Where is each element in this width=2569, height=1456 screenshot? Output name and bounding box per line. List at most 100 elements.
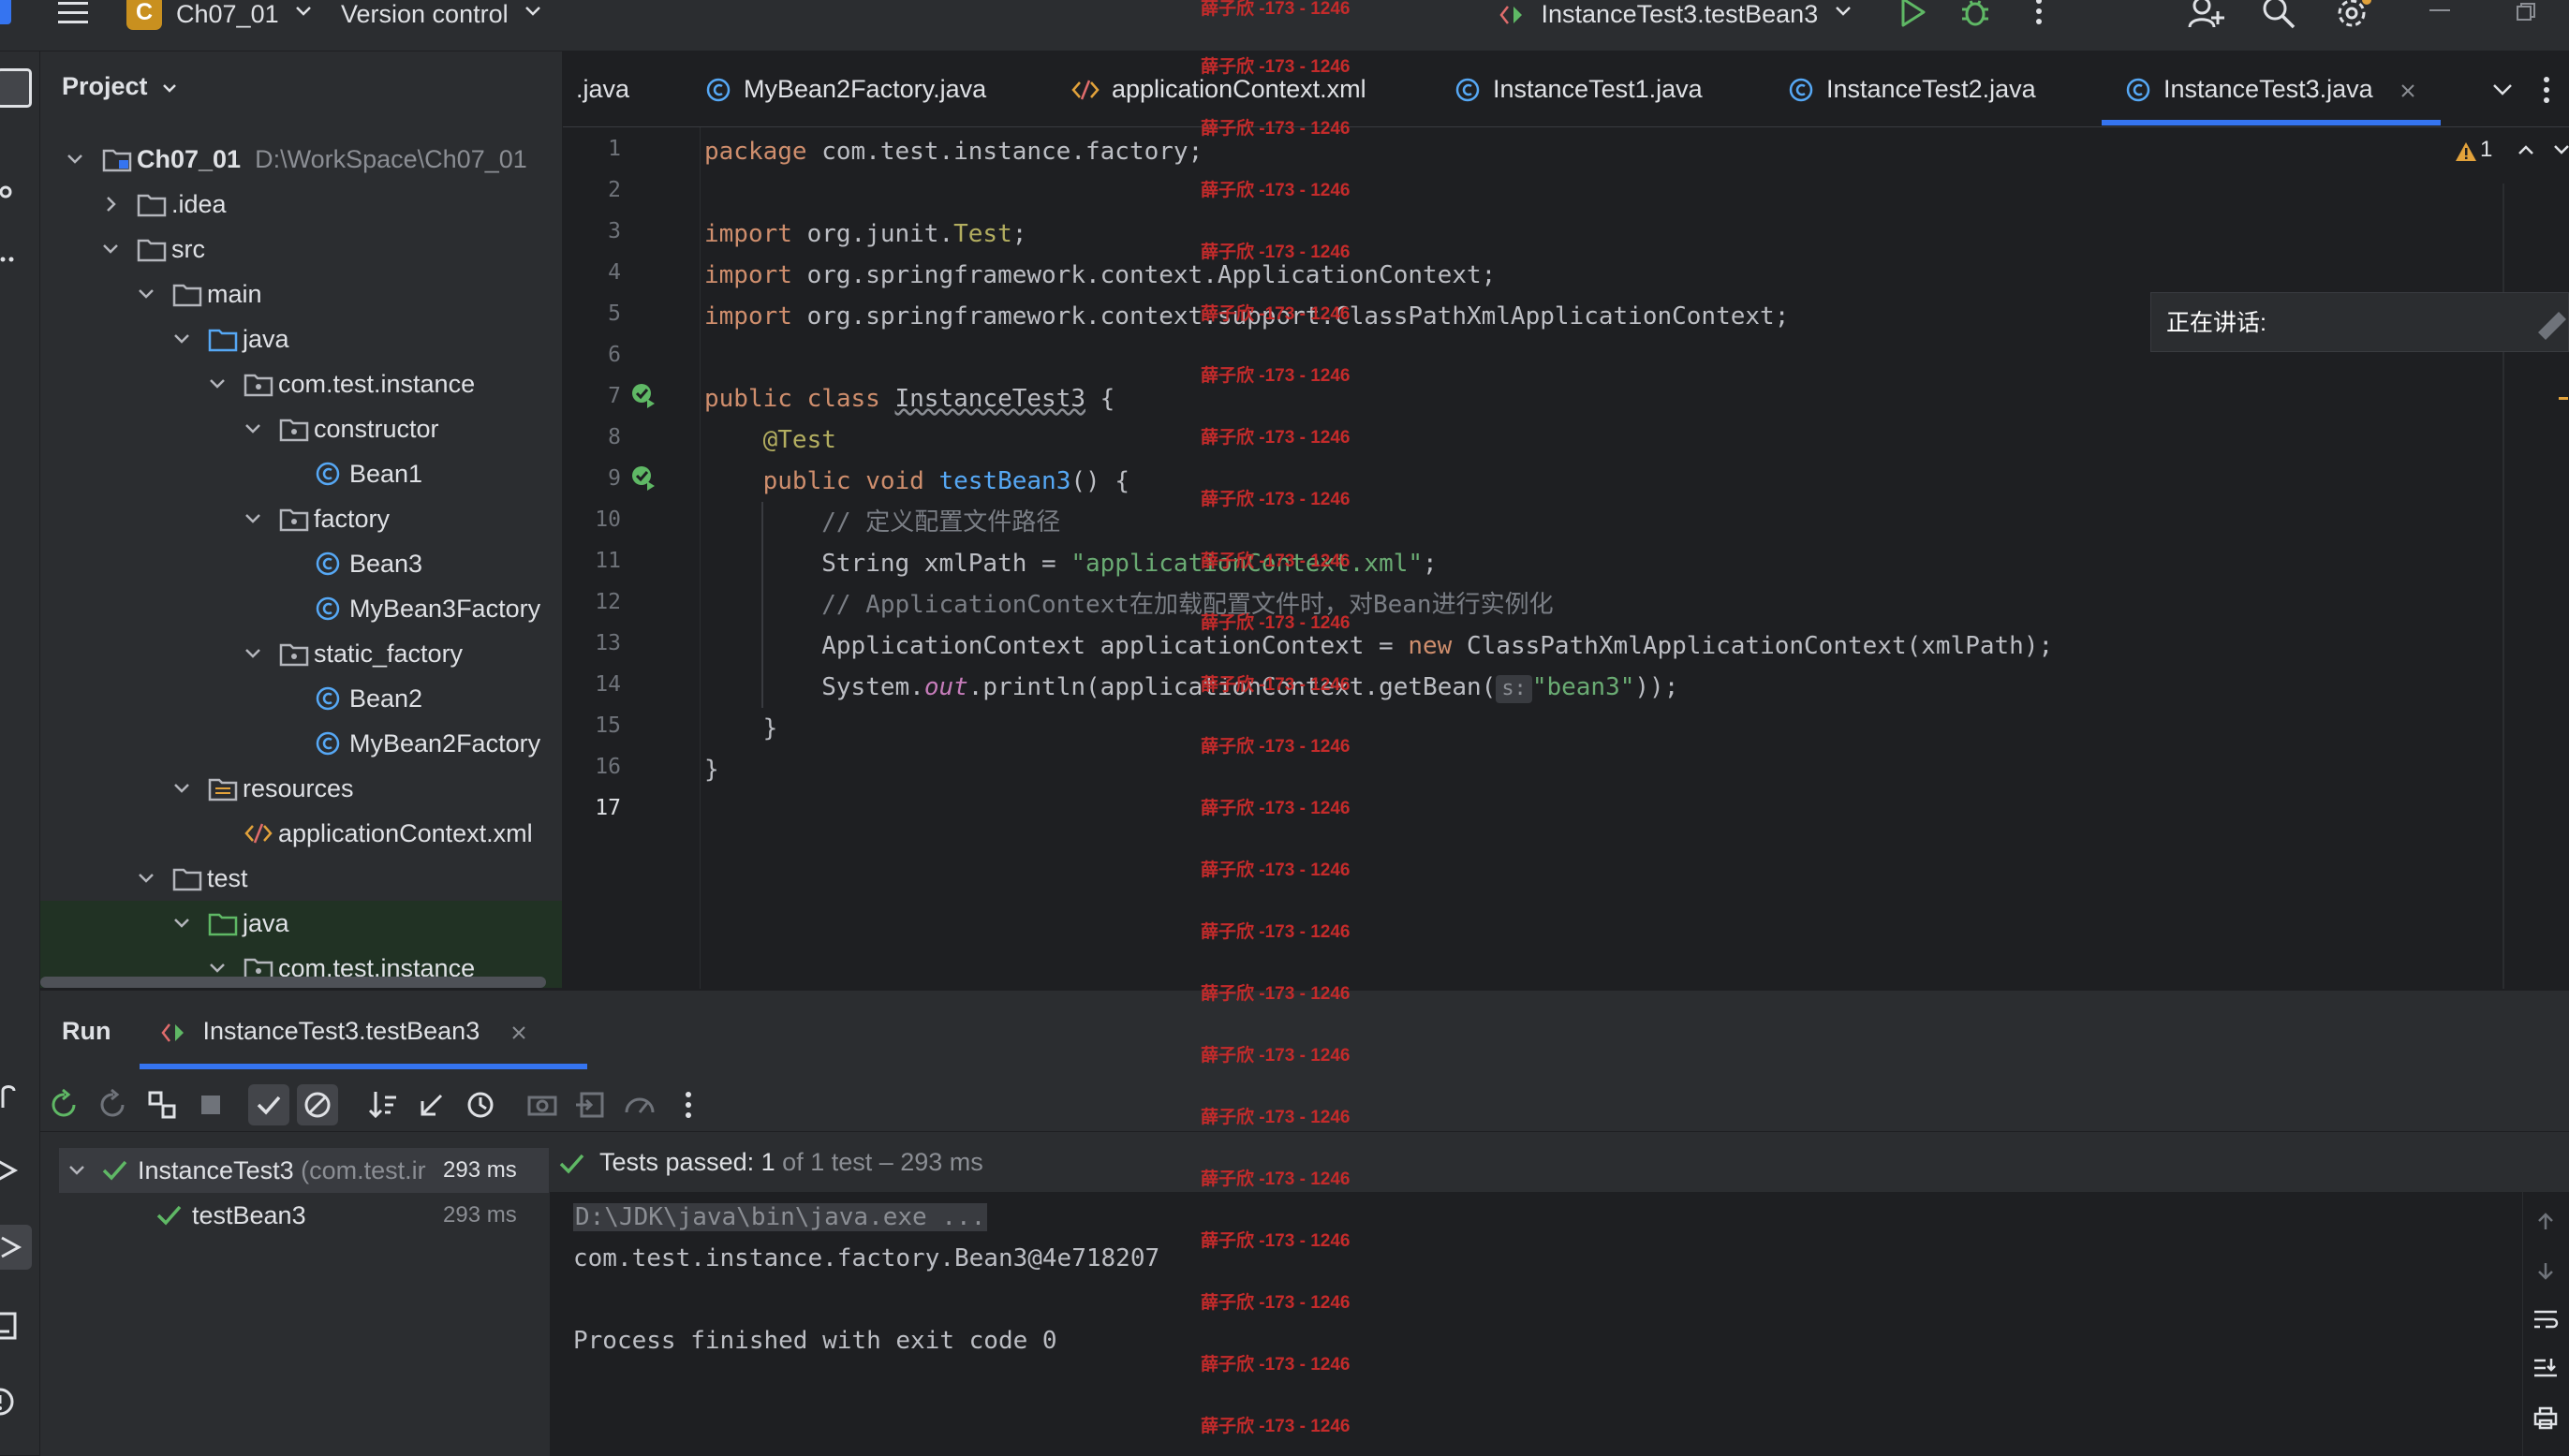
console-line: Process finished with exit code 0 bbox=[573, 1327, 1057, 1355]
test-case-row[interactable]: testBean3 293 ms bbox=[59, 1193, 549, 1238]
warning-count[interactable]: 1 bbox=[2480, 137, 2492, 163]
run-panel-title: Run bbox=[62, 1017, 111, 1045]
sort-alphabetically-icon[interactable] bbox=[362, 1084, 404, 1125]
screenshot-icon[interactable] bbox=[522, 1084, 563, 1125]
more-tools-icon[interactable] bbox=[0, 256, 19, 263]
previous-highlight-icon[interactable] bbox=[2517, 144, 2534, 155]
line-number: 10 bbox=[595, 507, 621, 532]
stop-icon[interactable] bbox=[190, 1084, 231, 1125]
code-editor[interactable]: package com.test.instance.factory; impor… bbox=[701, 127, 2569, 989]
test-results-tree: InstanceTest3 (com.test.ir 293 ms testBe… bbox=[40, 1133, 549, 1456]
tree-item-label: Bean3 bbox=[349, 550, 423, 578]
next-highlight-icon[interactable] bbox=[2553, 144, 2569, 155]
restore-window-icon[interactable] bbox=[2516, 2, 2536, 22]
toggle-auto-test-icon[interactable] bbox=[141, 1084, 183, 1125]
show-passed-icon[interactable] bbox=[248, 1084, 289, 1125]
token-text: } bbox=[762, 714, 778, 743]
folder-icon bbox=[172, 281, 202, 307]
tree-item-src[interactable]: src bbox=[40, 227, 562, 272]
tree-item-mybean3factory[interactable]: MyBean3Factory bbox=[40, 586, 562, 631]
run-tool-icon[interactable] bbox=[0, 1225, 32, 1270]
tests-passed-detail: of 1 test – 293 ms bbox=[782, 1148, 983, 1176]
run-tab-instancetest3[interactable]: InstanceTest3.testBean3 bbox=[160, 1017, 526, 1046]
settings-gear-icon[interactable] bbox=[2334, 0, 2373, 32]
console-line-command[interactable]: D:\JDK\java\bin\java.exe ... bbox=[573, 1203, 988, 1231]
run-more-icon[interactable] bbox=[668, 1084, 709, 1125]
tree-item-package[interactable]: com.test.instance bbox=[40, 361, 562, 406]
close-tab-icon[interactable] bbox=[511, 1025, 526, 1040]
tab-label: InstanceTest1.java bbox=[1493, 75, 1703, 103]
history-icon[interactable] bbox=[460, 1084, 501, 1125]
console-output[interactable]: D:\JDK\java\bin\java.exe ... com.test.in… bbox=[550, 1192, 2569, 1456]
code-line-1: package com.test.instance.factory; bbox=[704, 131, 1203, 172]
scroll-down-icon[interactable] bbox=[2534, 1259, 2557, 1282]
tree-item-idea[interactable]: .idea bbox=[40, 182, 562, 227]
error-stripe-marker[interactable] bbox=[2559, 397, 2568, 400]
minimize-window-icon[interactable] bbox=[2429, 9, 2450, 13]
run-icon[interactable] bbox=[1898, 0, 1927, 28]
project-horizontal-scrollbar[interactable] bbox=[40, 977, 546, 988]
rerun-failed-icon[interactable] bbox=[93, 1084, 134, 1125]
project-tool-icon[interactable] bbox=[0, 68, 32, 108]
scroll-to-end-icon[interactable] bbox=[2532, 1357, 2559, 1379]
tree-item-static-factory[interactable]: static_factory bbox=[40, 631, 562, 676]
version-control-menu[interactable]: Version control bbox=[341, 0, 541, 28]
tree-item-java-source[interactable]: java bbox=[40, 316, 562, 361]
tree-item-bean1[interactable]: Bean1 bbox=[40, 451, 562, 496]
tree-item-bean2[interactable]: Bean2 bbox=[40, 676, 562, 721]
code-line-12: // ApplicationContext在加载配置文件时，对Bean进行实例化 bbox=[704, 584, 1553, 625]
tree-item-applicationcontext-xml[interactable]: applicationContext.xml bbox=[40, 811, 562, 856]
tree-item-bean3[interactable]: Bean3 bbox=[40, 541, 562, 586]
commit-tool-icon[interactable] bbox=[0, 183, 19, 201]
watermark-text: 薛子欣 -173 - 1246 bbox=[1201, 1231, 1351, 1251]
problems-tool-icon[interactable] bbox=[0, 1386, 17, 1418]
coverage-icon[interactable] bbox=[619, 1084, 660, 1125]
tree-item-mybean2factory[interactable]: MyBean2Factory bbox=[40, 721, 562, 766]
add-user-icon[interactable] bbox=[2187, 0, 2224, 30]
source-folder-icon bbox=[208, 326, 238, 352]
token-text: { bbox=[1085, 385, 1115, 413]
tab-instancetest1[interactable]: InstanceTest1.java bbox=[1454, 51, 1703, 126]
run-config-selector[interactable]: InstanceTest3.testBean3 bbox=[1499, 0, 1852, 28]
test-case-time: 293 ms bbox=[443, 1202, 517, 1228]
close-tab-icon[interactable] bbox=[2400, 83, 2415, 98]
tree-item-constructor[interactable]: constructor bbox=[40, 406, 562, 451]
more-actions-icon[interactable] bbox=[2034, 0, 2044, 28]
tree-item-main[interactable]: main bbox=[40, 272, 562, 316]
token-text: ApplicationContext applicationContext = bbox=[821, 632, 1409, 660]
show-ignored-icon[interactable] bbox=[297, 1084, 338, 1125]
search-icon[interactable] bbox=[2261, 0, 2296, 30]
tab-instancetest3-active[interactable]: InstanceTest3.java bbox=[2125, 51, 2415, 126]
project-panel-header[interactable]: Project bbox=[62, 72, 177, 101]
soft-wrap-icon[interactable] bbox=[2532, 1308, 2559, 1331]
tree-root-ch07-01[interactable]: Ch07_01 D:\WorkSpace\Ch07_01 bbox=[40, 137, 562, 182]
run-test-gutter-icon[interactable] bbox=[630, 464, 657, 491]
tabs-more-icon[interactable] bbox=[2543, 76, 2550, 104]
tab-truncated-java[interactable]: .java bbox=[576, 51, 629, 126]
collapse-all-icon[interactable] bbox=[411, 1084, 452, 1125]
watermark-text: 薛子欣 -173 - 1246 bbox=[1201, 984, 1351, 1004]
watermark-text: 薛子欣 -173 - 1246 bbox=[1201, 737, 1351, 757]
import-tests-icon[interactable] bbox=[570, 1084, 612, 1125]
git-branch-icon[interactable] bbox=[0, 1081, 21, 1110]
main-menu-icon[interactable] bbox=[56, 0, 90, 28]
tree-item-factory[interactable]: factory bbox=[40, 496, 562, 541]
project-switcher[interactable]: Ch07_01 bbox=[176, 0, 312, 28]
services-tool-icon[interactable] bbox=[0, 1156, 19, 1184]
tab-instancetest2[interactable]: InstanceTest2.java bbox=[1788, 51, 2036, 126]
scroll-up-icon[interactable] bbox=[2534, 1211, 2557, 1233]
tab-mybean2factory[interactable]: MyBean2Factory.java bbox=[705, 51, 986, 126]
debug-icon[interactable] bbox=[1959, 0, 1991, 28]
test-suite-row[interactable]: InstanceTest3 (com.test.ir 293 ms bbox=[59, 1148, 549, 1193]
terminal-tool-icon[interactable] bbox=[0, 1311, 19, 1341]
run-test-gutter-icon[interactable] bbox=[630, 382, 657, 408]
tree-item-resources[interactable]: resources bbox=[40, 766, 562, 811]
warning-icon[interactable] bbox=[2454, 140, 2478, 163]
tree-item-java-test[interactable]: java bbox=[40, 901, 562, 946]
tree-item-test[interactable]: test bbox=[40, 856, 562, 901]
module-folder-icon bbox=[102, 146, 132, 172]
rerun-icon[interactable] bbox=[44, 1084, 85, 1125]
tabs-dropdown-icon[interactable] bbox=[2492, 83, 2513, 96]
print-icon[interactable] bbox=[2532, 1405, 2559, 1430]
class-icon bbox=[315, 461, 343, 487]
